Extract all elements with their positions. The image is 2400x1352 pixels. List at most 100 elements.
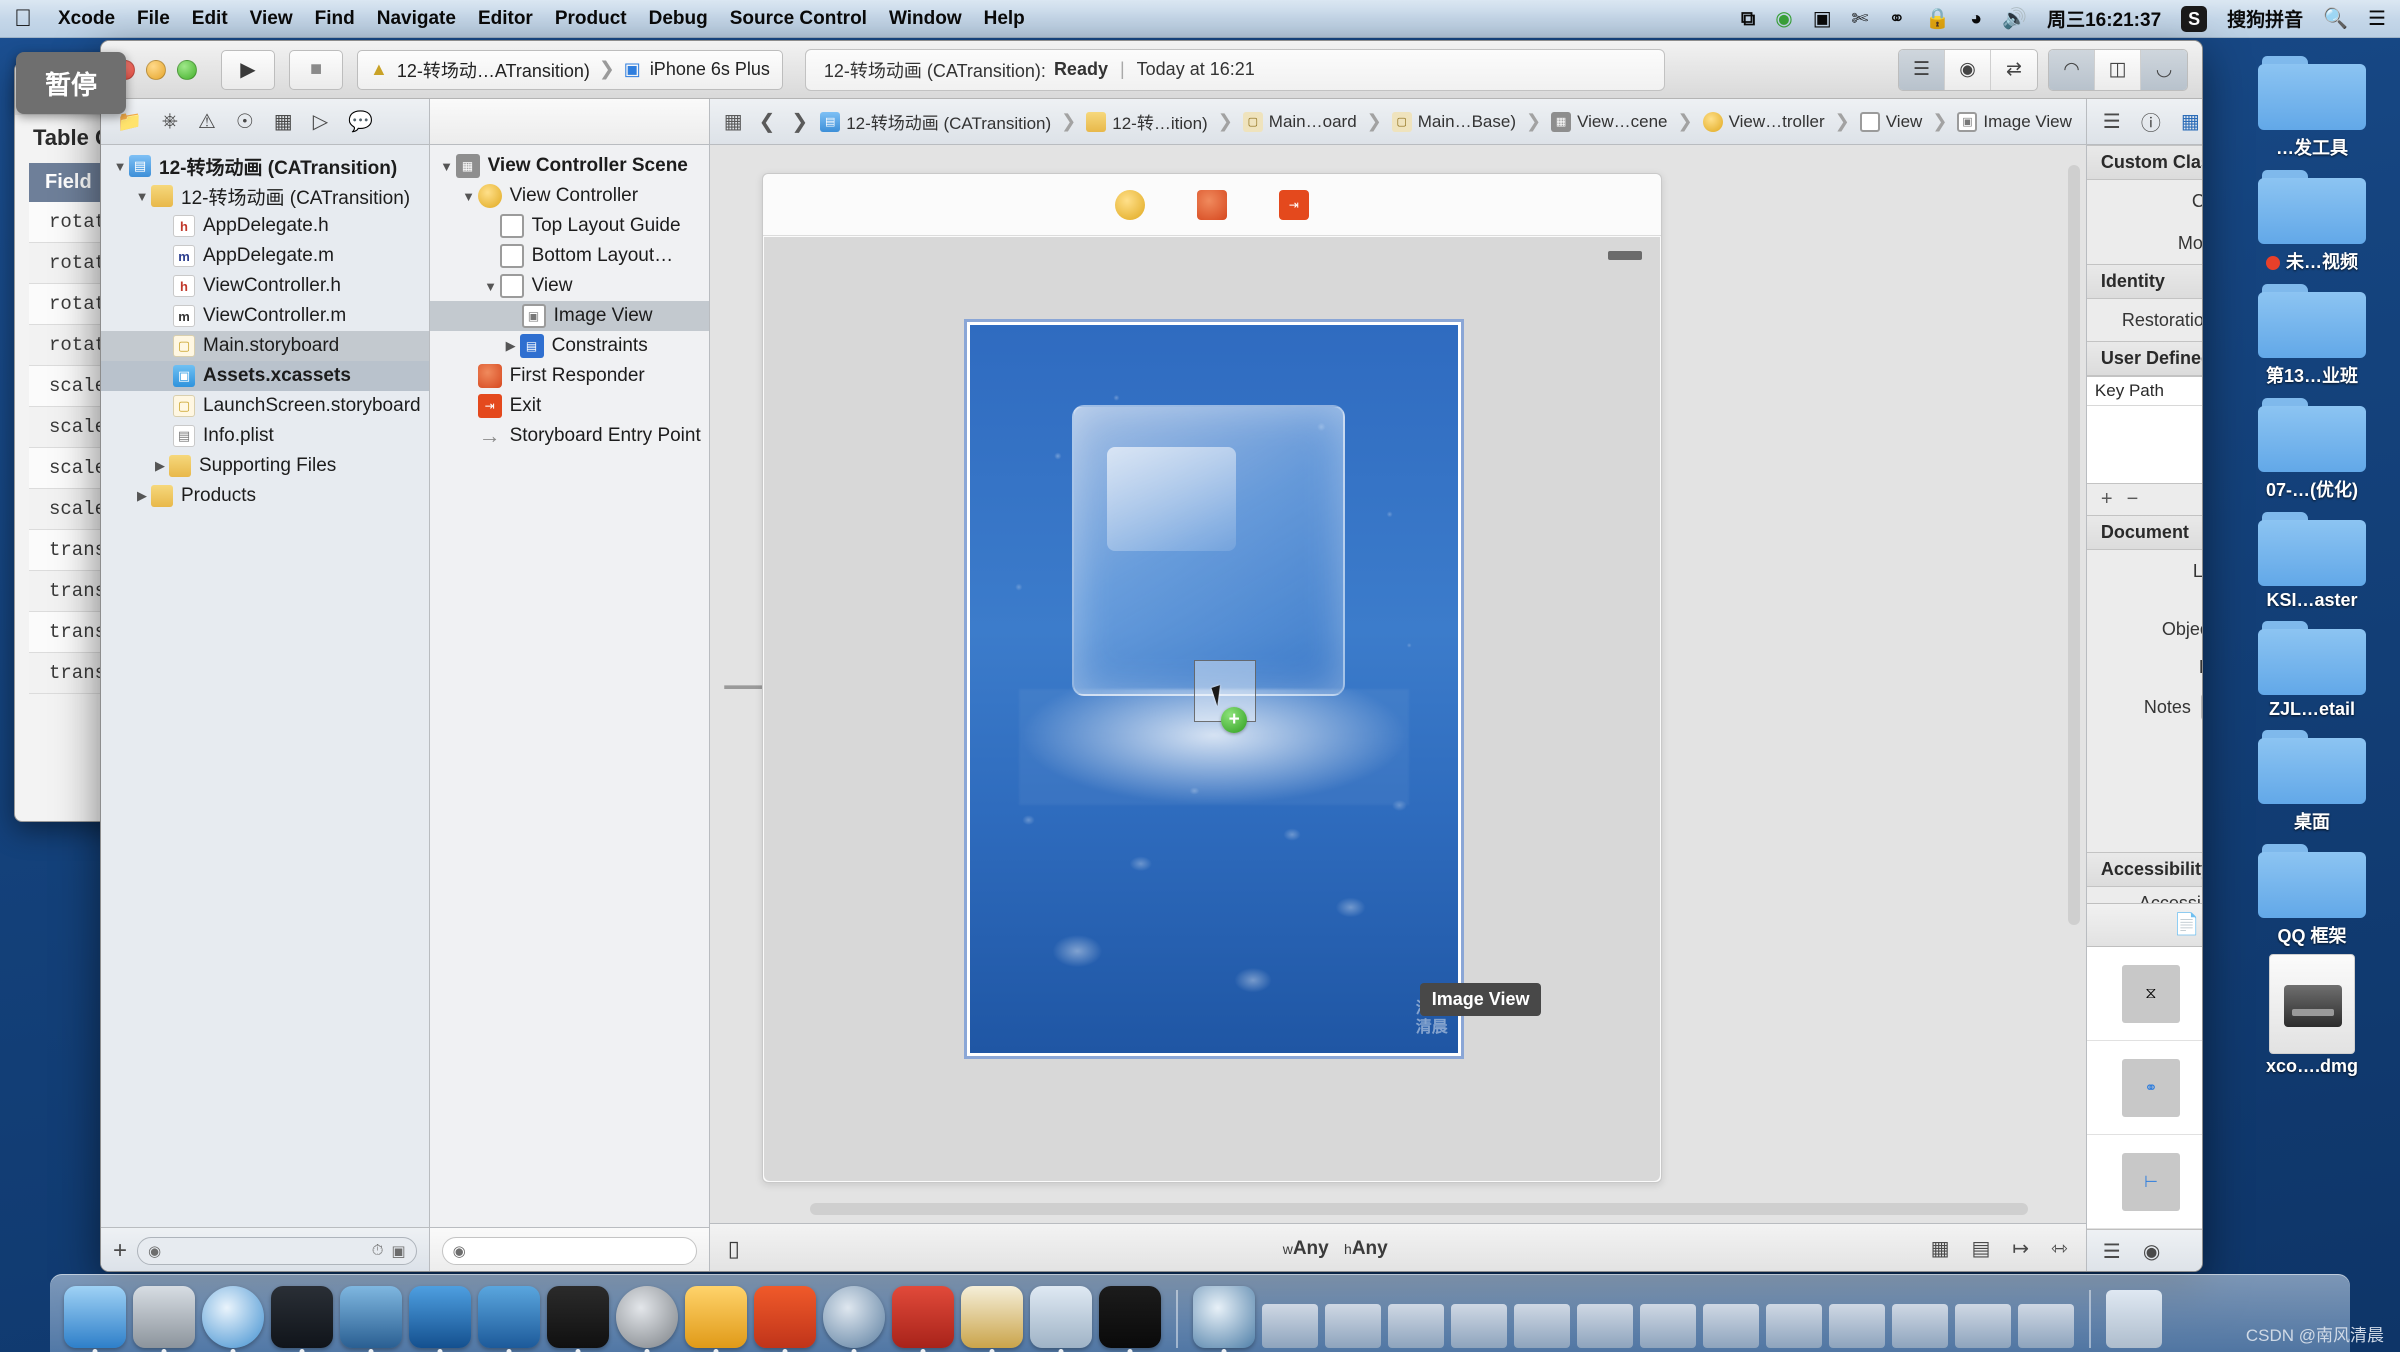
exit-icon[interactable]: ⇥ — [1278, 189, 1309, 220]
dock-item-simulator[interactable] — [478, 1286, 540, 1348]
zoom-button[interactable] — [177, 59, 197, 80]
disclosure-triangle-icon[interactable]: ▼ — [460, 189, 478, 204]
bluetooth-icon[interactable]: ⚭ — [1888, 9, 1905, 29]
align-left-icon[interactable] — [2200, 694, 2202, 720]
menu-bar-clock[interactable]: 周三16:21:37 — [2047, 5, 2161, 32]
tree-row[interactable]: ▢ LaunchScreen.storyboard — [101, 391, 429, 421]
dock-item-safari[interactable] — [202, 1286, 264, 1348]
outline-row[interactable]: ▼ View — [430, 271, 709, 301]
breadcrumb-item-storyboard[interactable]: ▢ Main…oard — [1242, 111, 1357, 132]
search-icon[interactable]: 🔍 — [2323, 9, 2348, 29]
view-controller-icon[interactable] — [1114, 189, 1145, 220]
dock-item-system-preferences[interactable] — [616, 1286, 678, 1348]
device-canvas[interactable]: 浪漫清晨 + — [763, 237, 1660, 1181]
control-center-icon[interactable]: ☰ — [2368, 9, 2386, 29]
dock-item-chrome[interactable] — [1193, 1286, 1255, 1348]
outline-row[interactable]: First Responder — [430, 361, 709, 391]
dock-item-itunes[interactable] — [340, 1286, 402, 1348]
outline-row[interactable]: ▣ Image View — [429, 301, 709, 331]
breadcrumb-item-project[interactable]: ▤ 12-转场动画 (CATransition) — [820, 109, 1051, 134]
dock-item-sogou[interactable] — [892, 1286, 954, 1348]
tree-row[interactable]: ▶ Supporting Files — [101, 451, 429, 481]
dock-window-10[interactable] — [1829, 1304, 1885, 1348]
menu-item-view[interactable]: View — [250, 8, 293, 30]
chevron-left-icon[interactable]: ❮ — [759, 109, 776, 134]
desktop-item[interactable]: 07-…(优化) — [2242, 394, 2382, 502]
tree-row[interactable]: ▼ ▤ 12-转场动画 (CATransition) — [101, 151, 429, 181]
dock-item-terminal[interactable] — [547, 1286, 609, 1348]
file-template-library-icon[interactable]: 📄 — [2173, 913, 2199, 937]
align-icon[interactable]: ▤ — [1971, 1236, 1990, 1261]
tree-row[interactable]: ▢ Main.storyboard — [101, 331, 429, 361]
dock-window-9[interactable] — [1766, 1304, 1822, 1348]
outline-row[interactable]: ⇥ Exit — [430, 391, 709, 421]
stop-button[interactable]: ■ — [289, 49, 343, 90]
menu-item-file[interactable]: File — [137, 8, 170, 30]
desktop-item[interactable]: …发工具 — [2242, 52, 2382, 160]
input-method-label[interactable]: 搜狗拼音 — [2227, 5, 2303, 32]
find-navigator-icon[interactable]: ☉ — [236, 109, 254, 134]
breadcrumb-item-scene[interactable]: ▦ View…cene — [1551, 111, 1668, 132]
disclosure-triangle-icon[interactable]: ▼ — [133, 189, 151, 204]
tree-row[interactable]: h AppDelegate.h — [101, 211, 429, 241]
volume-icon[interactable]: 🔊 — [2002, 9, 2027, 29]
dock-window-12[interactable] — [1955, 1304, 2011, 1348]
outline-row[interactable]: ▼ View Controller — [430, 181, 709, 211]
recent-icon[interactable]: ⏱ — [372, 1242, 384, 1260]
first-responder-icon[interactable] — [1196, 189, 1227, 220]
apple-logo-icon[interactable]:  — [14, 6, 32, 31]
desktop-item[interactable]: xco….dmg — [2242, 954, 2382, 1077]
dock-item-xcode[interactable] — [409, 1286, 471, 1348]
lock-icon[interactable]: 🔒 — [1925, 9, 1950, 29]
version-editor-icon[interactable]: ⇄ — [1991, 50, 2037, 90]
device-icon[interactable]: ▯ — [728, 1236, 740, 1262]
minimize-button[interactable] — [146, 59, 166, 80]
desktop-item[interactable]: QQ 框架 — [2242, 840, 2382, 948]
standard-editor-icon[interactable]: ☰ — [1899, 49, 1945, 90]
canvas-horizontal-scrollbar[interactable] — [809, 1203, 2028, 1215]
outline-row[interactable]: ▼ ▦ View Controller Scene — [430, 151, 709, 181]
quick-help-icon[interactable]: ⓘ — [2141, 107, 2161, 136]
outline-row[interactable]: → Storyboard Entry Point — [430, 421, 709, 451]
file-inspector-icon[interactable]: ☰ — [2103, 109, 2121, 134]
outline-row[interactable]: Top Layout Guide — [430, 211, 709, 241]
disclosure-triangle-icon[interactable]: ▼ — [111, 159, 129, 174]
menu-item-source-control[interactable]: Source Control — [730, 8, 867, 30]
tree-row[interactable]: h ViewController.h — [101, 271, 429, 301]
library-item[interactable]: ⧖ — [2086, 947, 2202, 1041]
menu-item-help[interactable]: Help — [984, 8, 1025, 30]
menu-item-product[interactable]: Product — [555, 8, 627, 30]
assistant-editor-icon[interactable]: ◉ — [1945, 49, 1991, 90]
view-controller-scene-card[interactable]: ⇥ 浪漫清晨 — [761, 173, 1662, 1183]
pin-icon[interactable]: ↦ — [2012, 1236, 2029, 1261]
menu-item-xcode[interactable]: Xcode — [58, 8, 115, 30]
dock-window-8[interactable] — [1703, 1304, 1759, 1348]
source-control-filter-icon[interactable]: ▣ — [391, 1242, 405, 1260]
desktop-item[interactable]: 桌面 — [2242, 726, 2382, 834]
wifi-icon[interactable]: ◕ — [1970, 9, 1982, 29]
desktop-item[interactable]: KSI…aster — [2242, 508, 2382, 611]
source-control-icon[interactable]: ⎈ — [162, 110, 178, 133]
canvas-vertical-scrollbar[interactable] — [2067, 165, 2080, 925]
image-view-selection-frame[interactable]: 浪漫清晨 + — [963, 319, 1464, 1059]
green-play-icon[interactable]: ◉ — [1775, 9, 1792, 29]
identity-inspector-icon[interactable]: ▦ — [2181, 109, 2200, 134]
hide-navigator-icon[interactable]: ◠ — [2049, 49, 2095, 90]
navigator-filter-field[interactable]: ◉ ⏱ ▣ — [137, 1236, 417, 1265]
tree-row[interactable]: ▶ Products — [101, 481, 429, 511]
dock-window-2[interactable] — [1325, 1304, 1381, 1348]
runtime-attributes-table-body[interactable] — [2086, 406, 2202, 484]
breadcrumb-item-base[interactable]: ▢ Main…Base) — [1391, 111, 1516, 132]
symbol-navigator-icon[interactable]: ⚠ — [198, 109, 216, 134]
tree-row[interactable]: m ViewController.m — [101, 301, 429, 331]
issue-navigator-icon[interactable]: ▦ — [274, 109, 293, 134]
chevron-right-icon[interactable]: ❯ — [791, 109, 808, 134]
grid-icon[interactable]: ▦ — [724, 109, 743, 134]
library-item[interactable]: ⚭ — [2086, 1041, 2202, 1135]
tree-row[interactable]: m AppDelegate.m — [101, 241, 429, 271]
screen-record-icon[interactable]: ▣ — [1813, 9, 1832, 29]
dock-window-3[interactable] — [1388, 1304, 1444, 1348]
dock-window-4[interactable] — [1451, 1304, 1507, 1348]
dock-window-11[interactable] — [1892, 1304, 1948, 1348]
menu-item-window[interactable]: Window — [889, 8, 962, 30]
